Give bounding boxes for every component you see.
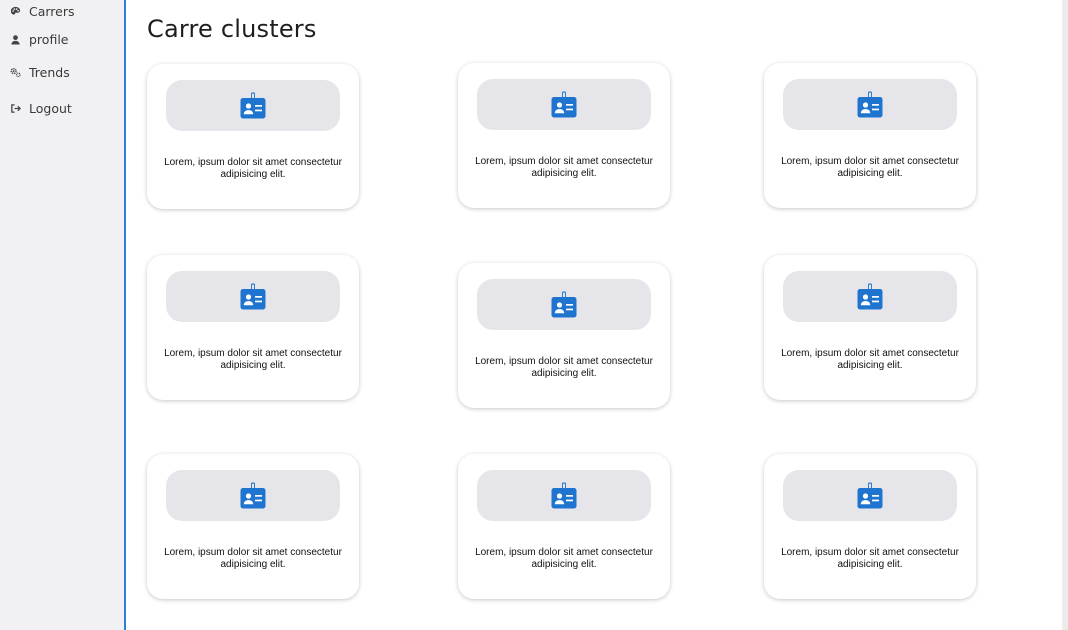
card-icon-box xyxy=(477,279,651,330)
id-badge-icon xyxy=(857,91,883,118)
sidebar-item-label: profile xyxy=(29,32,69,47)
app: Carrers profile Trends Logout Carre clus… xyxy=(0,0,1068,630)
id-badge-icon xyxy=(551,291,577,318)
card[interactable]: Lorem, ipsum dolor sit amet consectetur … xyxy=(147,454,359,599)
card-icon-box xyxy=(477,79,651,130)
gears-icon xyxy=(10,67,21,78)
card[interactable]: Lorem, ipsum dolor sit amet consectetur … xyxy=(764,63,976,208)
id-badge-icon xyxy=(551,91,577,118)
sidebar-item-logout[interactable]: Logout xyxy=(10,101,72,116)
card-text: Lorem, ipsum dolor sit amet consectetur … xyxy=(164,157,342,180)
sidebar-item-label: Carrers xyxy=(29,4,75,19)
card-icon-box xyxy=(166,80,340,131)
card-text: Lorem, ipsum dolor sit amet consectetur … xyxy=(475,156,653,179)
card-icon-box xyxy=(166,271,340,322)
sidebar: Carrers profile Trends Logout xyxy=(0,0,126,630)
card-icon-box xyxy=(166,470,340,521)
card-text: Lorem, ipsum dolor sit amet consectetur … xyxy=(781,156,959,179)
card-text: Lorem, ipsum dolor sit amet consectetur … xyxy=(781,547,959,570)
card[interactable]: Lorem, ipsum dolor sit amet consectetur … xyxy=(764,255,976,400)
card-text: Lorem, ipsum dolor sit amet consectetur … xyxy=(475,547,653,570)
card-icon-box xyxy=(783,271,957,322)
card[interactable]: Lorem, ipsum dolor sit amet consectetur … xyxy=(147,64,359,209)
sidebar-item-trends[interactable]: Trends xyxy=(10,65,70,80)
sidebar-item-label: Trends xyxy=(29,65,70,80)
scrollbar[interactable] xyxy=(1062,0,1068,630)
card[interactable]: Lorem, ipsum dolor sit amet consectetur … xyxy=(764,454,976,599)
card-text: Lorem, ipsum dolor sit amet consectetur … xyxy=(164,547,342,570)
main-content: Carre clusters Lorem, ipsum dolor sit am… xyxy=(126,0,1062,630)
user-icon xyxy=(10,34,21,45)
id-badge-icon xyxy=(551,482,577,509)
card[interactable]: Lorem, ipsum dolor sit amet consectetur … xyxy=(458,263,670,408)
card-text: Lorem, ipsum dolor sit amet consectetur … xyxy=(781,348,959,371)
card-text: Lorem, ipsum dolor sit amet consectetur … xyxy=(475,356,653,379)
id-badge-icon xyxy=(240,92,266,119)
card-icon-box xyxy=(783,79,957,130)
id-badge-icon xyxy=(240,283,266,310)
logout-icon xyxy=(10,103,21,114)
card[interactable]: Lorem, ipsum dolor sit amet consectetur … xyxy=(458,454,670,599)
palette-icon xyxy=(10,6,21,17)
id-badge-icon xyxy=(240,482,266,509)
sidebar-item-label: Logout xyxy=(29,101,72,116)
page-title: Carre clusters xyxy=(147,15,317,43)
id-badge-icon xyxy=(857,283,883,310)
card-icon-box xyxy=(783,470,957,521)
card[interactable]: Lorem, ipsum dolor sit amet consectetur … xyxy=(147,255,359,400)
card-icon-box xyxy=(477,470,651,521)
card-text: Lorem, ipsum dolor sit amet consectetur … xyxy=(164,348,342,371)
sidebar-item-profile[interactable]: profile xyxy=(10,32,68,47)
sidebar-item-carrers[interactable]: Carrers xyxy=(10,4,75,19)
id-badge-icon xyxy=(857,482,883,509)
card[interactable]: Lorem, ipsum dolor sit amet consectetur … xyxy=(458,63,670,208)
